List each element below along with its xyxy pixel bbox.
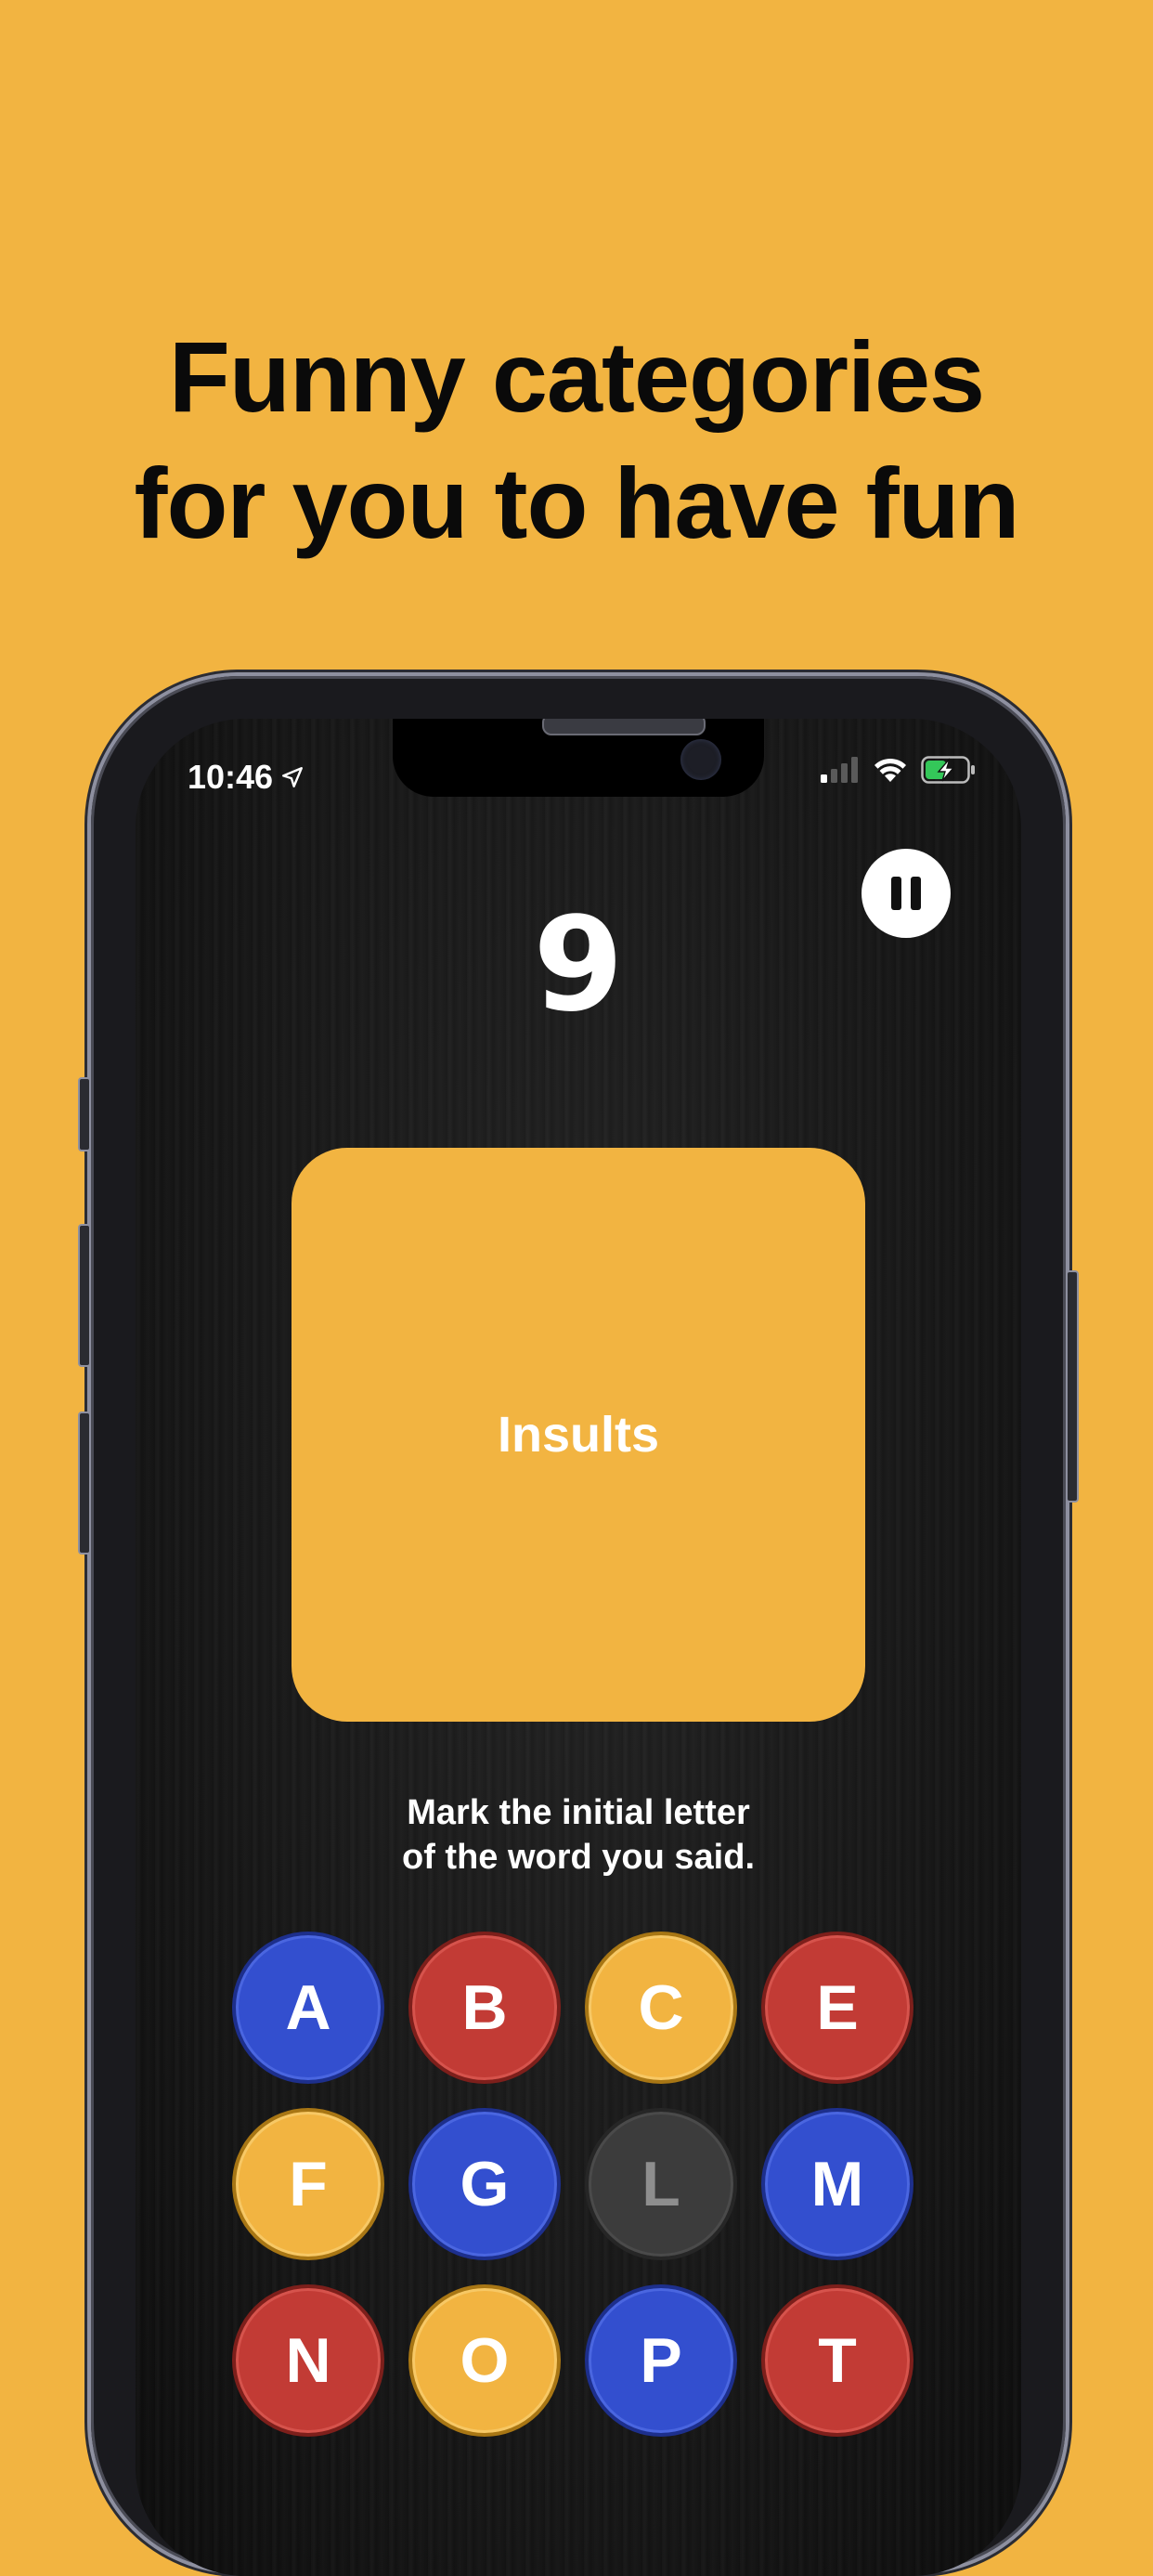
instruction-line-1: Mark the initial letter	[407, 1793, 750, 1832]
volume-up-button	[78, 1224, 91, 1367]
signal-icon	[821, 757, 858, 783]
letter-button-m[interactable]: M	[761, 2108, 913, 2260]
front-camera	[680, 739, 721, 780]
letter-label: F	[289, 2149, 328, 2219]
letter-label: M	[810, 2149, 864, 2219]
status-time: 10:46	[188, 758, 304, 797]
letter-label: P	[640, 2325, 682, 2396]
letter-label: T	[818, 2325, 857, 2396]
countdown-timer: 9	[533, 890, 624, 1041]
status-time-text: 10:46	[188, 758, 274, 796]
letter-button-o[interactable]: O	[408, 2284, 561, 2437]
letter-label: C	[638, 1972, 684, 2043]
letter-button-b[interactable]: B	[408, 1932, 561, 2084]
earpiece-speaker	[542, 719, 706, 735]
letter-button-c[interactable]: C	[585, 1932, 737, 2084]
letter-label: G	[460, 2149, 510, 2219]
status-icons	[821, 756, 977, 784]
letter-label: L	[641, 2149, 680, 2219]
headline: Funny categories for you to have fun	[0, 314, 1153, 566]
category-card: Insults	[291, 1148, 865, 1722]
letter-label: O	[460, 2325, 510, 2396]
letter-label: A	[285, 1972, 331, 2043]
letter-button-f[interactable]: F	[232, 2108, 384, 2260]
action-button	[78, 1077, 91, 1151]
volume-down-button	[78, 1412, 91, 1555]
battery-charging-icon	[921, 756, 975, 784]
phone-frame: 10:46 9 Insults Mark the initial letter …	[78, 676, 1079, 2576]
headline-line-2: for you to have fun	[134, 447, 1020, 559]
instruction-text: Mark the initial letter of the word you …	[136, 1790, 1021, 1880]
power-button	[1066, 1270, 1079, 1503]
category-label: Insults	[497, 1407, 660, 1463]
letter-label: E	[816, 1972, 859, 2043]
letter-button-l-disabled: L	[585, 2108, 737, 2260]
letter-button-e[interactable]: E	[761, 1932, 913, 2084]
letter-button-g[interactable]: G	[408, 2108, 561, 2260]
instruction-line-2: of the word you said.	[401, 1838, 756, 1877]
letter-button-p[interactable]: P	[585, 2284, 737, 2437]
letter-button-n[interactable]: N	[232, 2284, 384, 2437]
letter-label: N	[285, 2325, 331, 2396]
wifi-icon	[874, 758, 906, 782]
letter-button-a[interactable]: A	[232, 1932, 384, 2084]
letter-button-t[interactable]: T	[761, 2284, 913, 2437]
phone-screen: 10:46 9 Insults Mark the initial letter …	[136, 719, 1021, 2576]
headline-line-1: Funny categories	[168, 320, 985, 433]
letter-label: B	[461, 1972, 508, 2043]
location-arrow-icon	[282, 767, 304, 787]
